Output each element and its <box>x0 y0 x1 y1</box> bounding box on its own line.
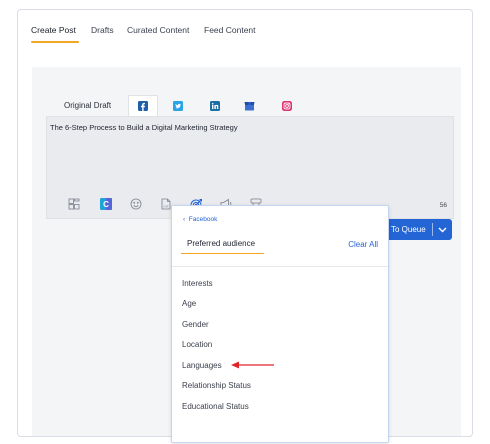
tab-google-my-business[interactable] <box>234 95 264 116</box>
chevron-down-icon[interactable] <box>437 224 448 235</box>
queue-button-divider <box>432 223 433 236</box>
dropdown-title: Preferred audience <box>187 239 256 248</box>
tab-facebook[interactable] <box>128 95 158 116</box>
canva-icon[interactable]: C <box>99 197 113 211</box>
title-underline <box>181 253 264 254</box>
tab-drafts[interactable]: Drafts <box>91 25 114 35</box>
tab-linkedin[interactable] <box>200 95 230 116</box>
add-to-queue-button[interactable]: To Queue <box>385 219 452 240</box>
network-tab-row: Original Draft <box>46 95 454 116</box>
option-age[interactable]: Age <box>182 299 196 308</box>
back-to-facebook-link[interactable]: ‹ Facebook <box>183 216 217 223</box>
svg-text:GIF: GIF <box>164 204 169 208</box>
tab-twitter[interactable] <box>163 95 193 116</box>
tab-feed-content[interactable]: Feed Content <box>204 25 256 35</box>
option-location[interactable]: Location <box>182 340 212 349</box>
tab-instagram[interactable] <box>272 95 302 116</box>
option-educational-status[interactable]: Educational Status <box>182 402 249 411</box>
clear-all-button[interactable]: Clear All <box>348 240 378 249</box>
tab-create-post[interactable]: Create Post <box>31 25 76 35</box>
svg-text:C: C <box>103 200 109 209</box>
back-link-label: Facebook <box>188 216 218 223</box>
tab-curated-content[interactable]: Curated Content <box>127 25 189 35</box>
post-text: The 6-Step Process to Build a Digital Ma… <box>50 123 238 132</box>
google-my-business-icon <box>244 101 254 110</box>
active-tab-indicator <box>31 41 79 43</box>
post-text-editor[interactable]: The 6-Step Process to Build a Digital Ma… <box>46 116 454 219</box>
facebook-icon <box>138 101 148 111</box>
media-icon[interactable] <box>67 197 81 211</box>
option-gender[interactable]: Gender <box>182 320 209 329</box>
emoji-icon[interactable] <box>129 197 143 211</box>
instagram-icon <box>282 100 292 111</box>
option-languages[interactable]: Languages <box>182 361 222 370</box>
character-count: 56 <box>439 202 447 209</box>
preferred-audience-dropdown: ‹ Facebook Preferred audience Clear All … <box>171 205 389 443</box>
linkedin-icon <box>210 100 220 111</box>
top-tab-bar: Create Post Drafts Curated Content Feed … <box>18 10 472 44</box>
queue-button-label: To Queue <box>391 225 426 234</box>
red-pointer-arrow-icon <box>231 361 274 369</box>
twitter-icon <box>173 100 183 111</box>
option-interests[interactable]: Interests <box>182 279 213 288</box>
dropdown-divider <box>172 266 388 267</box>
tab-original-draft[interactable]: Original Draft <box>64 101 111 110</box>
option-relationship-status[interactable]: Relationship Status <box>182 381 251 390</box>
